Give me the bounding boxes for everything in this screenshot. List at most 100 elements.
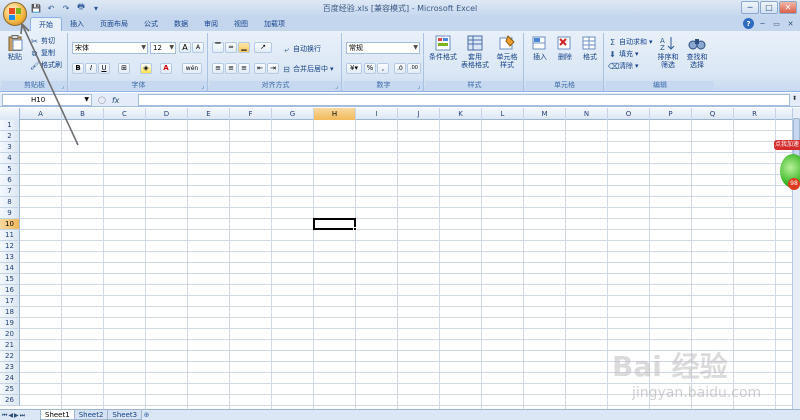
- row-header-26[interactable]: 26: [0, 395, 20, 406]
- font-color-button[interactable]: A: [160, 63, 172, 74]
- increase-decimal-button[interactable]: .0: [394, 63, 406, 74]
- row-header-10[interactable]: 10: [0, 219, 20, 230]
- fill-handle[interactable]: [353, 227, 357, 231]
- tab-home[interactable]: 开始: [30, 17, 62, 31]
- row-header-8[interactable]: 8: [0, 197, 20, 208]
- row-header-17[interactable]: 17: [0, 296, 20, 307]
- increase-indent-icon[interactable]: ⇥: [267, 63, 279, 74]
- font-name-combo[interactable]: 宋体 ▼: [72, 42, 148, 54]
- find-select-button[interactable]: 查找和 选择: [683, 35, 711, 69]
- column-header-d[interactable]: D: [146, 108, 188, 120]
- percent-button[interactable]: %: [364, 63, 376, 74]
- border-icon[interactable]: ⊞: [118, 63, 130, 74]
- formula-input[interactable]: [138, 94, 790, 106]
- tab-insert[interactable]: 插入: [62, 17, 92, 31]
- last-sheet-icon[interactable]: ⏭: [20, 410, 25, 420]
- copy-button[interactable]: ⧉ 复制: [30, 48, 55, 58]
- column-header-l[interactable]: L: [482, 108, 524, 120]
- delete-cells-button[interactable]: 删除: [553, 35, 577, 61]
- close-icon[interactable]: ✕: [779, 1, 797, 14]
- format-painter-button[interactable]: 🖌 格式刷: [30, 60, 62, 70]
- column-header-r[interactable]: R: [734, 108, 776, 120]
- row-header-4[interactable]: 4: [0, 153, 20, 164]
- format-cells-button[interactable]: 格式: [578, 35, 602, 61]
- wrap-text-button[interactable]: ⤶ 自动换行: [282, 44, 321, 54]
- column-header-q[interactable]: Q: [692, 108, 734, 120]
- clear-button[interactable]: ⌫ 清除 ▾: [608, 61, 639, 71]
- column-header-e[interactable]: E: [188, 108, 230, 120]
- tab-view[interactable]: 视图: [226, 17, 256, 31]
- side-widget[interactable]: 点我加速 98: [774, 140, 800, 195]
- phonetic-button[interactable]: wén: [182, 63, 202, 74]
- maximize-icon[interactable]: □: [760, 1, 778, 14]
- help-icon[interactable]: ?: [743, 18, 754, 29]
- column-header-k[interactable]: K: [440, 108, 482, 120]
- sheet-tab-3[interactable]: Sheet3: [107, 410, 143, 420]
- row-header-1[interactable]: 1: [0, 120, 20, 131]
- expand-formula-bar-icon[interactable]: ⬍: [792, 95, 799, 105]
- prev-sheet-icon[interactable]: ◀: [8, 410, 13, 420]
- active-cell[interactable]: [313, 218, 356, 230]
- italic-button[interactable]: I: [85, 63, 97, 74]
- column-header-n[interactable]: N: [566, 108, 608, 120]
- row-header-23[interactable]: 23: [0, 362, 20, 373]
- fill-button[interactable]: ⬇ 填充 ▾: [608, 49, 638, 59]
- row-header-21[interactable]: 21: [0, 340, 20, 351]
- name-box[interactable]: H10 ▼: [2, 94, 92, 106]
- align-bottom-icon[interactable]: ▁: [238, 42, 250, 53]
- row-header-15[interactable]: 15: [0, 274, 20, 285]
- tab-data[interactable]: 数据: [166, 17, 196, 31]
- column-header-h[interactable]: H: [314, 108, 356, 120]
- grow-font-button[interactable]: A: [179, 42, 191, 53]
- row-header-20[interactable]: 20: [0, 329, 20, 340]
- row-header-9[interactable]: 9: [0, 208, 20, 219]
- row-header-18[interactable]: 18: [0, 307, 20, 318]
- align-middle-icon[interactable]: ═: [225, 42, 237, 53]
- first-sheet-icon[interactable]: ⏮: [2, 410, 7, 420]
- align-center-icon[interactable]: ≡: [225, 63, 237, 74]
- tab-page-layout[interactable]: 页面布局: [92, 17, 136, 31]
- merge-center-button[interactable]: ⊟ 合并后居中 ▾: [282, 64, 333, 74]
- decrease-indent-icon[interactable]: ⇤: [254, 63, 266, 74]
- orientation-icon[interactable]: ↗: [254, 42, 272, 53]
- conditional-format-button[interactable]: 条件格式: [428, 35, 458, 61]
- doc-close-icon[interactable]: ✕: [785, 18, 796, 29]
- row-header-11[interactable]: 11: [0, 230, 20, 241]
- row-header-24[interactable]: 24: [0, 373, 20, 384]
- row-header-7[interactable]: 7: [0, 186, 20, 197]
- insert-cells-button[interactable]: 插入: [528, 35, 552, 61]
- column-header-o[interactable]: O: [608, 108, 650, 120]
- column-header-j[interactable]: J: [398, 108, 440, 120]
- font-launcher-icon[interactable]: ⌟: [199, 83, 206, 90]
- row-header-2[interactable]: 2: [0, 131, 20, 142]
- tab-review[interactable]: 审阅: [196, 17, 226, 31]
- number-launcher-icon[interactable]: ⌟: [415, 83, 422, 90]
- sort-filter-button[interactable]: AZ 排序和 筛选: [654, 35, 682, 69]
- row-header-22[interactable]: 22: [0, 351, 20, 362]
- row-header-5[interactable]: 5: [0, 164, 20, 175]
- alignment-launcher-icon[interactable]: ⌟: [333, 83, 340, 90]
- decrease-decimal-button[interactable]: .00: [407, 63, 421, 74]
- sheet-tab-2[interactable]: Sheet2: [73, 410, 109, 420]
- insert-function-button[interactable]: fx: [112, 96, 120, 105]
- column-header-i[interactable]: I: [356, 108, 398, 120]
- office-button[interactable]: [3, 2, 27, 26]
- next-sheet-icon[interactable]: ▶: [14, 410, 19, 420]
- cut-button[interactable]: ✂ 剪切: [30, 36, 55, 46]
- fill-color-icon[interactable]: ◈: [140, 63, 152, 74]
- column-header-f[interactable]: F: [230, 108, 272, 120]
- doc-minimize-icon[interactable]: ─: [757, 18, 768, 29]
- doc-restore-icon[interactable]: ▭: [771, 18, 782, 29]
- paste-button[interactable]: 粘贴: [4, 35, 26, 61]
- row-header-16[interactable]: 16: [0, 285, 20, 296]
- tab-addins[interactable]: 加载项: [256, 17, 293, 31]
- column-header-m[interactable]: M: [524, 108, 566, 120]
- currency-icon[interactable]: ¥▾: [346, 63, 362, 74]
- comma-button[interactable]: ,: [377, 63, 389, 74]
- row-header-3[interactable]: 3: [0, 142, 20, 153]
- row-header-25[interactable]: 25: [0, 384, 20, 395]
- cell-styles-button[interactable]: 单元格 样式: [492, 35, 522, 69]
- column-header-p[interactable]: P: [650, 108, 692, 120]
- align-top-icon[interactable]: ▔: [212, 42, 224, 53]
- format-as-table-button[interactable]: 套用 表格格式: [460, 35, 490, 69]
